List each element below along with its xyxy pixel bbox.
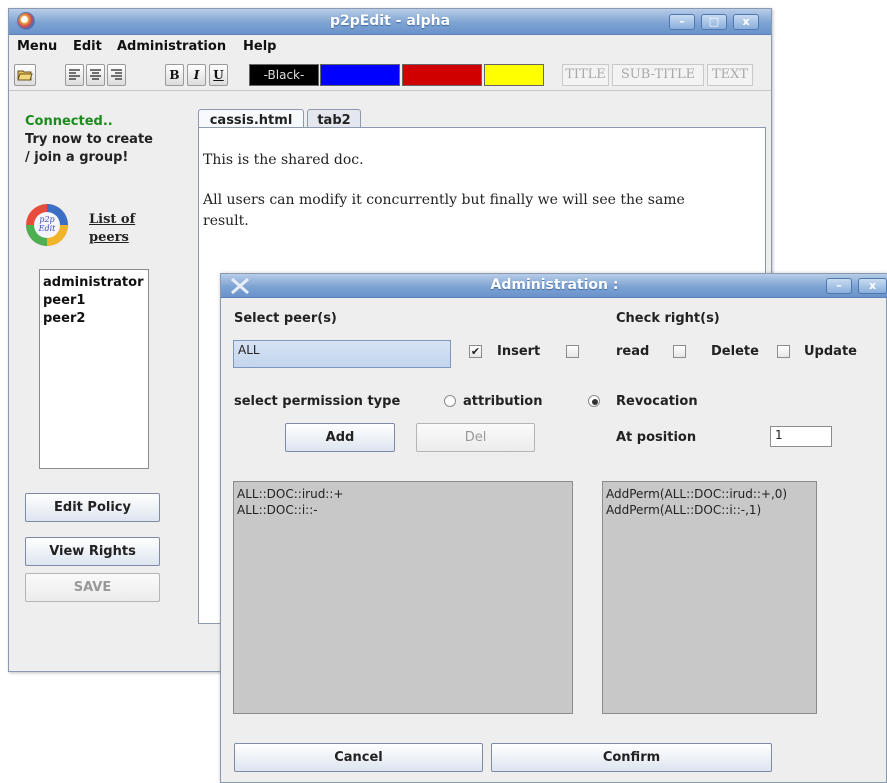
connection-status: Connected.. (25, 114, 113, 129)
align-center-icon (90, 69, 101, 80)
align-left-button[interactable] (65, 64, 84, 86)
delete-checkbox[interactable] (673, 345, 686, 358)
align-right-button[interactable] (107, 64, 126, 86)
style-subtitle-button[interactable]: SUB-TITLE (612, 64, 704, 86)
policy-list-item[interactable]: ALL::DOC::i::- (237, 502, 569, 518)
select-peers-label: Select peer(s) (234, 311, 337, 326)
menu-edit[interactable]: Edit (73, 39, 102, 54)
operation-list-item[interactable]: AddPerm(ALL::DOC::irud::+,0) (606, 486, 813, 502)
dialog-title: Administration : (490, 277, 619, 293)
administration-dialog: Administration : – x Select peer(s) ALL … (220, 273, 887, 783)
position-label: At position (616, 430, 697, 445)
align-center-button[interactable] (86, 64, 105, 86)
doc-paragraph-1: This is the shared doc. (203, 152, 364, 168)
open-folder-button[interactable] (14, 64, 36, 86)
peer-list-item[interactable]: peer2 (40, 310, 148, 328)
italic-button[interactable]: I (187, 64, 206, 86)
menu-bar: Menu Edit Administration Help (9, 35, 771, 59)
permission-type-label: select permission type (234, 394, 401, 409)
policy-list[interactable]: ALL::DOC::irud::+ ALL::DOC::i::- (233, 481, 573, 714)
position-input[interactable]: 1 (770, 426, 832, 447)
align-right-icon (111, 69, 122, 80)
insert-label: Insert (497, 344, 541, 359)
dialog-minimize-button[interactable]: – (826, 278, 852, 294)
peers-link-line1[interactable]: List of (89, 212, 135, 227)
revocation-radio[interactable] (588, 395, 600, 407)
del-button[interactable]: Del (416, 423, 535, 452)
update-checkbox[interactable] (777, 345, 790, 358)
attribution-radio[interactable] (444, 395, 456, 407)
folder-icon (17, 70, 33, 81)
policy-list-item[interactable]: ALL::DOC::irud::+ (237, 486, 569, 502)
check-rights-label: Check right(s) (616, 311, 720, 326)
doc-paragraph-2-line2: result. (203, 213, 249, 229)
title-bar[interactable]: p2pEdit - alpha – □ x (9, 9, 771, 35)
minimize-button[interactable]: – (669, 14, 695, 30)
read-checkbox[interactable] (566, 345, 579, 358)
update-label: Update (804, 344, 857, 359)
group-hint-line2: / join a group! (25, 150, 129, 165)
logo-text: p2p Edit (38, 215, 56, 233)
menu-administration[interactable]: Administration (117, 39, 226, 54)
save-button[interactable]: SAVE (25, 573, 160, 602)
bold-button[interactable]: B (165, 64, 184, 86)
menu-menu[interactable]: Menu (17, 39, 57, 54)
toolbar: B I U -Black- TITLE SUB-TITLE TEXT (9, 61, 771, 91)
cancel-button[interactable]: Cancel (234, 743, 483, 772)
dialog-title-bar[interactable]: Administration : – x (221, 274, 887, 298)
peer-select-field[interactable]: ALL (233, 340, 451, 368)
view-rights-button[interactable]: View Rights (25, 537, 160, 566)
p2pedit-logo: p2p Edit (24, 202, 70, 248)
revocation-label: Revocation (616, 394, 698, 409)
edit-policy-button[interactable]: Edit Policy (25, 493, 160, 522)
group-hint-line1: Try now to create (25, 132, 153, 147)
dialog-close-button[interactable]: x (858, 278, 887, 294)
doc-paragraph-2-line1: All users can modify it concurrently but… (203, 192, 685, 208)
app-icon (17, 12, 35, 30)
peer-list-item[interactable]: administrator (40, 270, 148, 292)
dialog-java-icon (229, 276, 251, 296)
add-button[interactable]: Add (285, 423, 395, 452)
read-label: read (616, 344, 650, 359)
color-yellow-button[interactable] (484, 64, 544, 86)
color-red-button[interactable] (402, 64, 482, 86)
window-title: p2pEdit - alpha (329, 13, 451, 29)
color-black-button[interactable]: -Black- (249, 64, 319, 86)
close-button[interactable]: x (733, 14, 759, 30)
peer-list[interactable]: administrator peer1 peer2 (39, 269, 149, 469)
style-text-button[interactable]: TEXT (707, 64, 753, 86)
align-left-icon (69, 69, 80, 80)
maximize-button[interactable]: □ (701, 14, 727, 30)
insert-checkbox[interactable]: ✔ (469, 345, 482, 358)
peer-list-item[interactable]: peer1 (40, 292, 148, 310)
attribution-label: attribution (463, 394, 543, 409)
style-title-button[interactable]: TITLE (562, 64, 609, 86)
confirm-button[interactable]: Confirm (491, 743, 772, 772)
operation-list-item[interactable]: AddPerm(ALL::DOC::i::-,1) (606, 502, 813, 518)
operations-list[interactable]: AddPerm(ALL::DOC::irud::+,0) AddPerm(ALL… (602, 481, 817, 714)
color-blue-button[interactable] (320, 64, 400, 86)
delete-label: Delete (711, 344, 759, 359)
menu-help[interactable]: Help (243, 39, 276, 54)
peers-link-line2[interactable]: peers (89, 230, 129, 245)
underline-button[interactable]: U (209, 64, 228, 86)
